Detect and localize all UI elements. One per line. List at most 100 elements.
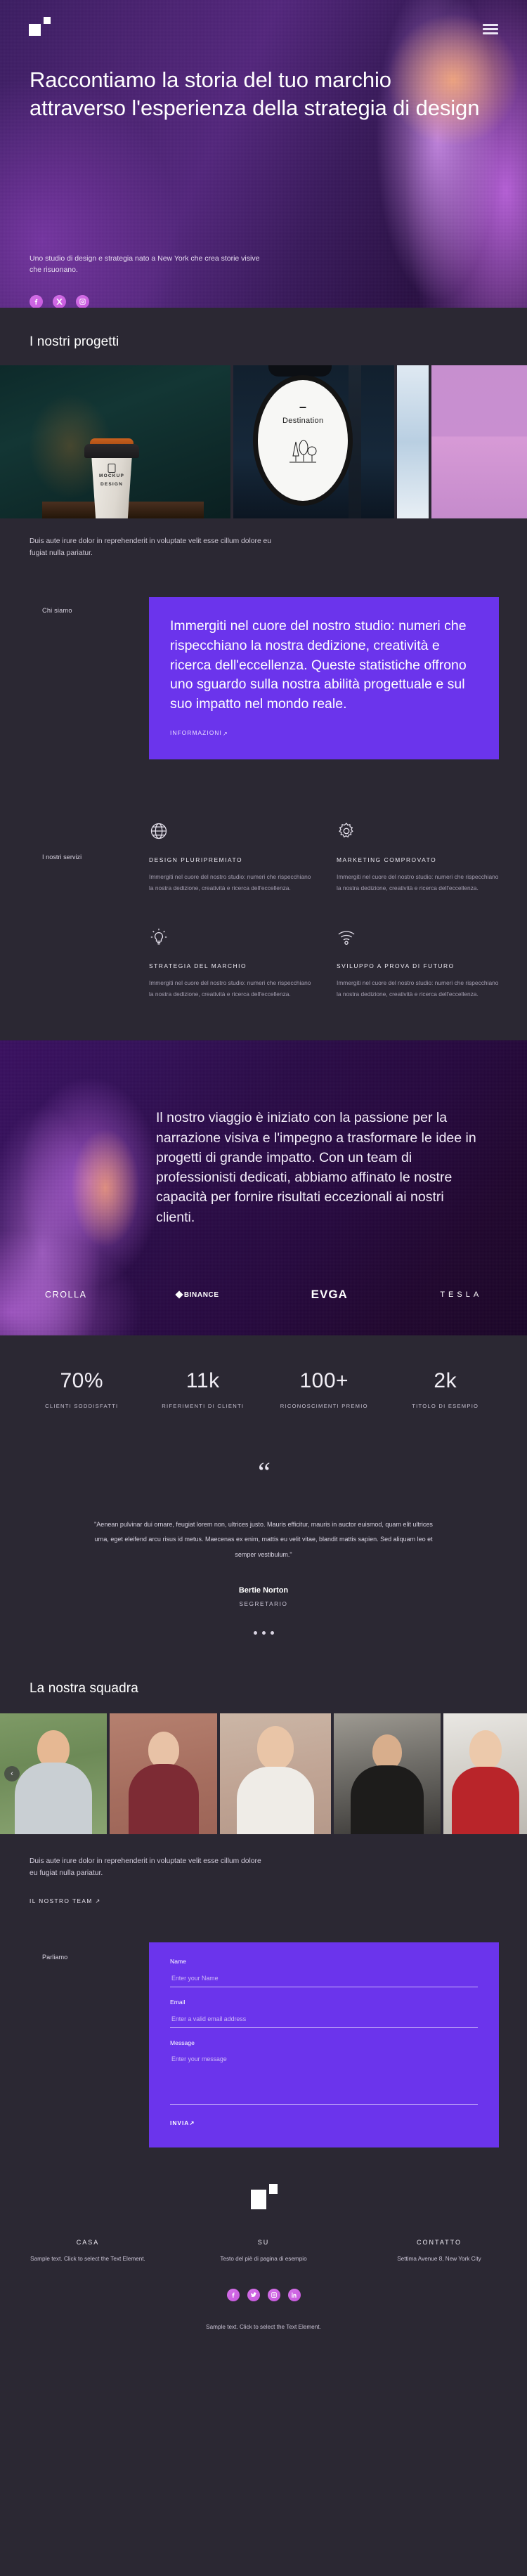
projects-header: I nostri progetti bbox=[0, 308, 527, 365]
brand-logo-tesla: TESLA bbox=[440, 1290, 483, 1300]
project-card-coffee[interactable]: MOCKUP DESIGN bbox=[0, 365, 231, 518]
carousel-dot[interactable] bbox=[261, 1630, 266, 1635]
service-body: Immergiti nel cuore del nostro studio: n… bbox=[337, 873, 499, 891]
coffee-cup-icon: MOCKUP DESIGN bbox=[84, 438, 139, 518]
x-twitter-icon[interactable] bbox=[53, 295, 66, 308]
stat-item: 11k RIFERIMENTI DI CLIENTI bbox=[143, 1369, 264, 1409]
cup-label: MOCKUP DESIGN bbox=[84, 472, 139, 490]
message-label: Message bbox=[170, 2039, 195, 2046]
testimonial-author-name: Bertie Norton bbox=[238, 1586, 289, 1595]
instagram-icon[interactable] bbox=[76, 295, 89, 308]
service-body: Immergiti nel cuore del nostro studio: n… bbox=[149, 979, 311, 998]
service-title: DESIGN PLURIPREMIATO bbox=[149, 856, 243, 864]
projects-gallery: MOCKUP DESIGN Destination bbox=[0, 365, 527, 518]
service-item-development[interactable]: SVILUPPO A PROVA DI FUTURO Immergiti nel… bbox=[337, 927, 499, 1000]
email-input[interactable] bbox=[170, 2012, 478, 2028]
hamburger-bar bbox=[483, 24, 498, 26]
body-shape bbox=[451, 1766, 519, 1834]
carousel-dot[interactable] bbox=[253, 1630, 257, 1635]
stat-value: 100+ bbox=[299, 1369, 349, 1393]
team-member-photo[interactable] bbox=[443, 1713, 527, 1834]
page-root: Raccontiamo la storia del tuo marchio at… bbox=[0, 0, 527, 2576]
twitter-icon[interactable] bbox=[247, 2288, 260, 2301]
linkedin-icon[interactable] bbox=[287, 2288, 301, 2301]
email-label: Email bbox=[170, 1998, 186, 2006]
facebook-icon[interactable] bbox=[226, 2288, 240, 2301]
footer-logo-icon[interactable] bbox=[251, 2183, 278, 2209]
body-shape bbox=[236, 1766, 314, 1834]
project-card-window[interactable] bbox=[396, 365, 429, 518]
hero-subtitle: Uno studio di design e strategia nato a … bbox=[30, 254, 260, 275]
team-description: Duis aute irure dolor in reprehenderit i… bbox=[30, 1857, 261, 1877]
carousel-dots[interactable] bbox=[0, 1630, 527, 1635]
about-info-link[interactable]: INFORMAZIONI ↗ bbox=[170, 730, 228, 737]
team-section: La nostra squadra ‹ Duis aute irure dolo… bbox=[0, 1658, 527, 1904]
project-card-fabric[interactable] bbox=[431, 365, 527, 518]
stat-value: 70% bbox=[60, 1369, 104, 1393]
contact-form: Name Email Message INVIA↗ bbox=[149, 1942, 499, 2147]
instagram-icon[interactable] bbox=[267, 2288, 280, 2301]
body-shape bbox=[351, 1765, 424, 1834]
message-textarea[interactable] bbox=[170, 2052, 478, 2105]
hamburger-menu-icon[interactable] bbox=[483, 24, 498, 35]
name-input[interactable] bbox=[170, 1971, 478, 1987]
brand-logo-crolla: CROLLA bbox=[44, 1290, 87, 1300]
footer-logo-square-large bbox=[251, 2189, 266, 2209]
team-member-photo[interactable] bbox=[219, 1713, 331, 1834]
stat-label: TITOLO DI ESEMPIO bbox=[412, 1403, 479, 1410]
body-shape bbox=[15, 1762, 93, 1834]
footer-column-contatto: CONTATTO Settima Avenue 8, New York City bbox=[351, 2239, 527, 2262]
stat-value: 2k bbox=[434, 1369, 457, 1393]
service-title: SVILUPPO A PROVA DI FUTURO bbox=[337, 962, 455, 970]
carousel-dot[interactable] bbox=[270, 1630, 274, 1635]
facebook-icon[interactable] bbox=[30, 295, 43, 308]
projects-description: Duis aute irure dolor in reprehenderit i… bbox=[30, 537, 271, 558]
project-card-destination[interactable]: Destination bbox=[233, 365, 394, 518]
service-body: Immergiti nel cuore del nostro studio: n… bbox=[337, 979, 499, 998]
hero-social-links bbox=[30, 295, 89, 308]
service-body: Immergiti nel cuore del nostro studio: n… bbox=[149, 873, 311, 891]
gear-icon bbox=[337, 821, 356, 841]
stat-value: 11k bbox=[186, 1369, 220, 1393]
email-field-group: Email bbox=[170, 1999, 478, 2028]
footer-column-title: CASA bbox=[76, 2238, 100, 2246]
service-item-strategy[interactable]: STRATEGIA DEL MARCHIO Immergiti nel cuor… bbox=[149, 927, 311, 1000]
footer-social-links bbox=[0, 2288, 527, 2301]
footer-copyright: Sample text. Click to select the Text El… bbox=[206, 2323, 321, 2330]
destination-sign: Destination bbox=[253, 375, 353, 506]
service-item-marketing[interactable]: MARKETING COMPROVATO Immergiti nel cuore… bbox=[337, 821, 499, 894]
logo-square-small bbox=[44, 17, 51, 24]
team-member-photo[interactable] bbox=[110, 1713, 217, 1834]
footer-column-casa: CASA Sample text. Click to select the Te… bbox=[0, 2239, 176, 2262]
footer-column-title: CONTATTO bbox=[417, 2238, 462, 2246]
brand-logo-evga: EVGA bbox=[311, 1288, 348, 1302]
cup-lid bbox=[84, 444, 139, 458]
team-link[interactable]: IL NOSTRO TEAM ↗ bbox=[30, 1897, 527, 1904]
footer-column-text: Settima Avenue 8, New York City bbox=[397, 2255, 481, 2262]
team-footer: Duis aute irure dolor in reprehenderit i… bbox=[0, 1834, 527, 1904]
footer-column-su: SU Testo del piè di pagina di esempio bbox=[176, 2239, 351, 2262]
contact-section: Parliamo Name Email Message INVIA↗ bbox=[0, 1942, 527, 2147]
services-eyebrow: I nostri servizi bbox=[42, 854, 82, 861]
hamburger-bar bbox=[483, 28, 498, 30]
arrow-up-right-icon: ↗ bbox=[222, 730, 229, 737]
logo-icon[interactable] bbox=[29, 17, 54, 37]
carousel-prev-button[interactable]: ‹ bbox=[4, 1765, 20, 1781]
footer-column-title: SU bbox=[257, 2238, 270, 2246]
hero-title: Raccontiamo la storia del tuo marchio at… bbox=[30, 67, 480, 121]
avatar bbox=[372, 1734, 403, 1770]
wifi-icon bbox=[337, 927, 356, 947]
stat-item: 2k TITOLO DI ESEMPIO bbox=[385, 1369, 507, 1409]
team-member-photo[interactable] bbox=[333, 1713, 441, 1834]
services-section: I nostri servizi DESIGN PLURIPREMIATO Im… bbox=[0, 778, 527, 1040]
projects-heading: I nostri progetti bbox=[30, 334, 119, 349]
footer: CASA Sample text. Click to select the Te… bbox=[0, 2147, 527, 2354]
binance-diamond-icon bbox=[175, 1290, 183, 1299]
team-carousel: ‹ bbox=[0, 1713, 527, 1834]
service-item-design[interactable]: DESIGN PLURIPREMIATO Immergiti nel cuore… bbox=[149, 821, 311, 894]
brand-logos: CROLLA BINANCE EVGA TESLA bbox=[0, 1288, 527, 1302]
stat-label: RICONOSCIMENTI PREMIO bbox=[280, 1403, 368, 1410]
footer-logo-square-small bbox=[269, 2183, 278, 2194]
message-field-group: Message bbox=[170, 2039, 478, 2108]
submit-button[interactable]: INVIA↗ bbox=[170, 2119, 478, 2126]
